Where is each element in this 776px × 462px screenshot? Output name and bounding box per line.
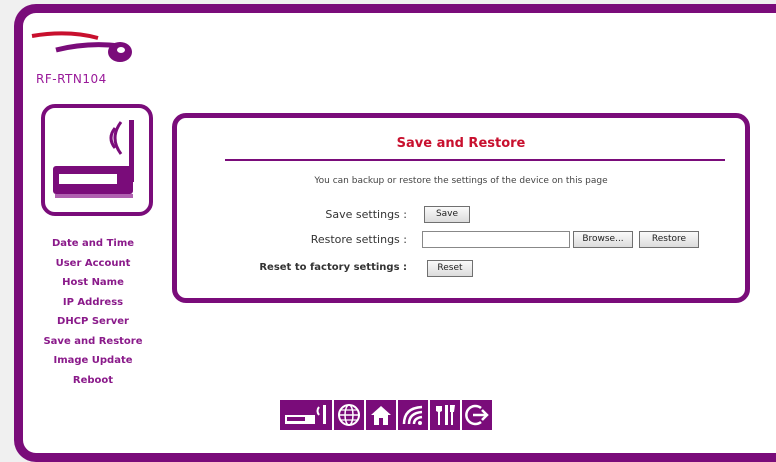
save-restore-panel: Save and Restore You can backup or resto… — [172, 113, 750, 303]
sidebar-nav: Date and Time User Account Host Name IP … — [28, 234, 158, 390]
sidebar-item-save-and-restore[interactable]: Save and Restore — [28, 332, 158, 352]
wireless-router-icon — [53, 120, 134, 198]
restore-button[interactable]: Restore — [639, 231, 699, 248]
sidebar-item-date-and-time[interactable]: Date and Time — [28, 234, 158, 254]
status-icon[interactable] — [280, 400, 332, 430]
bottom-nav — [280, 400, 492, 430]
save-settings-label: Save settings : — [325, 208, 407, 221]
reset-factory-label: Reset to factory settings : — [259, 262, 407, 273]
page-title: Save and Restore — [396, 136, 526, 151]
save-settings-row: Save settings : Save — [177, 206, 745, 226]
logout-icon[interactable] — [462, 400, 492, 430]
model-name: RF-RTN104 — [36, 72, 107, 86]
sidebar-item-reboot[interactable]: Reboot — [28, 371, 158, 391]
restore-file-input[interactable] — [422, 231, 570, 248]
sidebar-item-ip-address[interactable]: IP Address — [28, 293, 158, 313]
title-divider — [225, 159, 725, 161]
sidebar-item-dhcp-server[interactable]: DHCP Server — [28, 312, 158, 332]
restore-settings-row: Restore settings : Browse... Restore — [177, 231, 745, 251]
sidebar-item-host-name[interactable]: Host Name — [28, 273, 158, 293]
reset-button[interactable]: Reset — [427, 260, 473, 277]
restore-settings-label: Restore settings : — [310, 233, 407, 246]
save-button[interactable]: Save — [424, 206, 470, 223]
tools-icon[interactable] — [430, 400, 460, 430]
sidebar-item-image-update[interactable]: Image Update — [28, 351, 158, 371]
page-description: You can backup or restore the settings o… — [314, 176, 608, 186]
browse-button[interactable]: Browse... — [573, 231, 633, 248]
router-logo-icon — [31, 31, 132, 62]
internet-icon[interactable] — [334, 400, 364, 430]
device-image-panel — [41, 104, 153, 216]
reset-factory-row: Reset to factory settings : Reset — [177, 260, 745, 280]
home-network-icon[interactable] — [366, 400, 396, 430]
wireless-icon[interactable] — [398, 400, 428, 430]
sidebar-item-user-account[interactable]: User Account — [28, 254, 158, 274]
